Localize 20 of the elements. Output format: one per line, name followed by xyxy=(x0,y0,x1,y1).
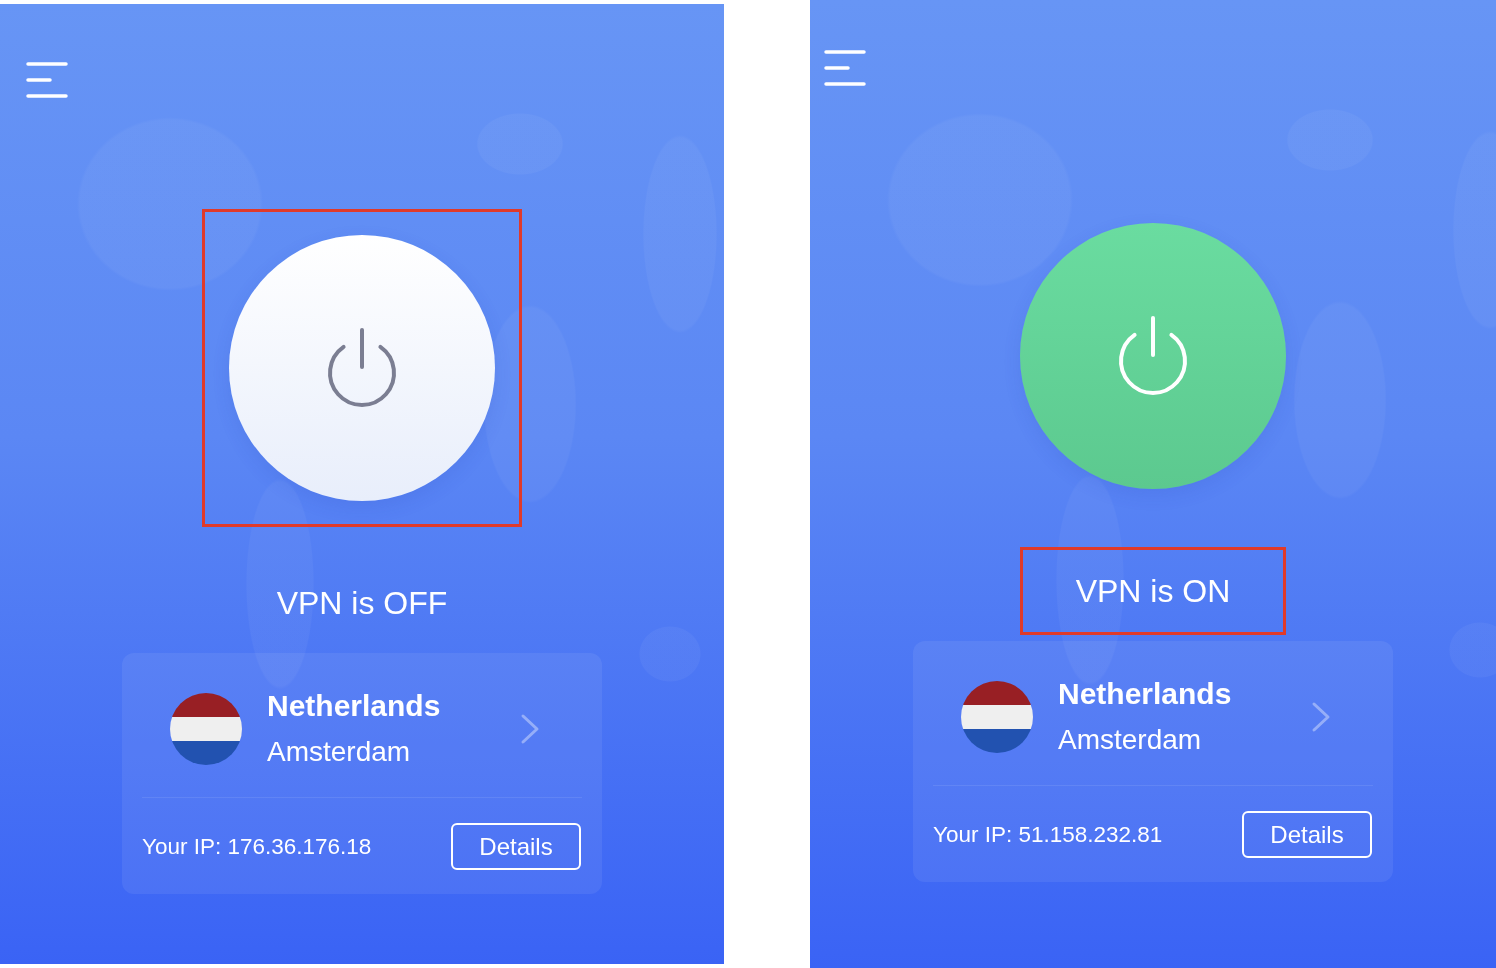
ip-address-text: Your IP: 176.36.176.18 xyxy=(142,832,372,861)
country-name: Netherlands xyxy=(267,688,441,724)
vpn-status-text: VPN is ON xyxy=(1075,572,1231,611)
menu-icon xyxy=(824,50,866,86)
location-chevron-button[interactable] xyxy=(1311,701,1331,733)
country-name: Netherlands xyxy=(1058,676,1232,712)
menu-icon xyxy=(26,62,68,98)
chevron-right-icon xyxy=(520,713,540,745)
vpn-status-text: VPN is OFF xyxy=(276,584,448,623)
location-chevron-button[interactable] xyxy=(520,713,540,745)
striped-flag-icon xyxy=(170,693,242,765)
city-name: Amsterdam xyxy=(267,735,411,769)
menu-button[interactable] xyxy=(824,50,866,86)
city-name: Amsterdam xyxy=(1058,723,1202,757)
menu-button[interactable] xyxy=(26,62,68,98)
striped-flag-icon xyxy=(961,681,1033,753)
ip-address-text: Your IP: 51.158.232.81 xyxy=(933,820,1163,849)
chevron-right-icon xyxy=(1311,701,1331,733)
details-button[interactable]: Details xyxy=(451,823,581,870)
details-button[interactable]: Details xyxy=(1242,811,1372,858)
